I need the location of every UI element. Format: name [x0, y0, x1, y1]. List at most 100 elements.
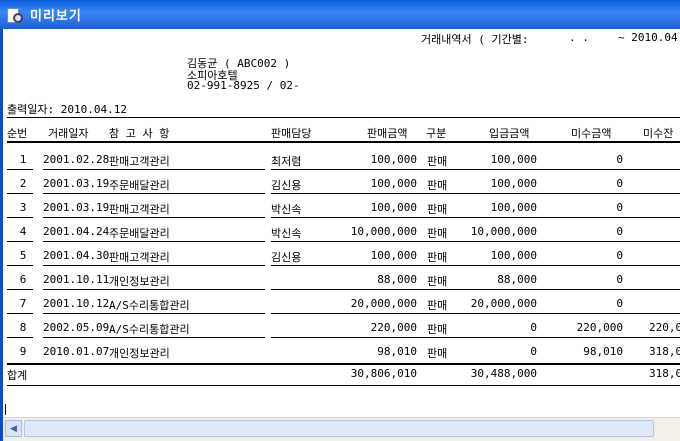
row-date: 2001.03.19 — [43, 177, 110, 190]
scroll-thumb[interactable] — [24, 420, 654, 437]
row-no: 6 — [19, 273, 27, 286]
row-paid: 0 — [530, 345, 537, 358]
report-heading: 거래내역서 ( 기간별: — [421, 33, 529, 46]
row-date: 2001.04.24 — [43, 225, 110, 238]
row-separator — [43, 313, 265, 314]
row-separator — [427, 241, 451, 242]
row-separator — [43, 337, 265, 338]
row-date: 2001.03.19 — [43, 201, 110, 214]
row-separator — [453, 337, 655, 338]
row-sales: 220,000 — [370, 321, 417, 334]
row-separator — [43, 265, 265, 266]
row-note: 판매고객관리 — [109, 155, 170, 168]
row-note: 주문배달관리 — [109, 227, 170, 240]
row-unpaid: 0 — [616, 249, 623, 262]
row-no: 4 — [19, 225, 27, 238]
window-title: 미리보기 — [30, 9, 82, 24]
row-separator — [7, 169, 33, 170]
row-staff: 최저렴 — [271, 155, 302, 168]
row-unpaid: 98,010 — [583, 345, 623, 358]
row-sales: 100,000 — [370, 249, 417, 262]
row-sales: 88,000 — [377, 273, 417, 286]
row-unpaid: 0 — [616, 225, 623, 238]
row-separator — [43, 169, 265, 170]
row-separator — [649, 265, 680, 266]
row-paid: 100,000 — [490, 153, 537, 166]
row-paid: 100,000 — [490, 201, 537, 214]
row-paid: 0 — [530, 321, 537, 334]
row-unpaid: 0 — [616, 273, 623, 286]
header-bottom-rule — [7, 141, 680, 143]
row-separator — [7, 313, 33, 314]
row-date: 2010.01.07 — [43, 345, 110, 358]
row-note: 주문배달관리 — [109, 179, 170, 192]
row-separator — [427, 313, 451, 314]
chevron-left-icon: ◀ — [10, 423, 17, 434]
row-staff: 박신속 — [271, 227, 302, 240]
row-unpaid: 0 — [616, 153, 623, 166]
row-separator — [7, 337, 33, 338]
row-separator — [453, 313, 655, 314]
row-separator — [427, 193, 451, 194]
row-date: 2001.04.30 — [43, 249, 110, 262]
row-sales: 100,000 — [370, 201, 417, 214]
row-separator — [453, 217, 655, 218]
window-titlebar[interactable]: 미리보기 — [0, 0, 680, 29]
row-separator — [7, 241, 33, 242]
totals-balance: 318,0 — [649, 367, 680, 380]
row-date: 2001.10.12 — [43, 297, 110, 310]
header-unpaid: 미수금액 — [571, 127, 612, 140]
row-separator — [649, 193, 680, 194]
totals-paid: 30,488,000 — [470, 367, 537, 380]
row-no: 7 — [19, 297, 27, 310]
row-note: 판매고객관리 — [109, 251, 170, 264]
row-no: 1 — [19, 153, 27, 166]
row-separator — [453, 265, 655, 266]
row-staff: 박신속 — [271, 203, 302, 216]
report-document[interactable]: 거래내역서 ( 기간별: . . ~ 2010.04.1 김동균 ( ABC00… — [3, 29, 680, 417]
row-separator — [427, 265, 451, 266]
header-date: 거래일자 — [48, 127, 89, 140]
totals-label: 합계 — [7, 369, 28, 382]
header-note: 참 고 사 항 — [109, 127, 170, 140]
report-date-from: . . — [569, 31, 589, 44]
row-no: 5 — [19, 249, 27, 262]
row-date: 2002.05.09 — [43, 321, 110, 334]
horizontal-scrollbar[interactable]: ◀ — [3, 417, 680, 441]
row-sales: 100,000 — [370, 153, 417, 166]
row-separator — [453, 193, 655, 194]
row-no: 9 — [19, 345, 27, 358]
row-unpaid: 0 — [616, 177, 623, 190]
row-separator — [649, 217, 680, 218]
print-date: 출력일자: 2010.04.12 — [7, 103, 127, 116]
totals-sales: 30,806,010 — [350, 367, 417, 380]
row-separator — [649, 337, 680, 338]
header-no: 순번 — [7, 127, 28, 140]
row-no: 8 — [19, 321, 27, 334]
totals-top-rule — [7, 363, 680, 365]
row-sales: 98,010 — [377, 345, 417, 358]
row-no: 3 — [19, 201, 27, 214]
row-paid: 100,000 — [490, 177, 537, 190]
row-separator — [453, 289, 655, 290]
preview-app-icon — [6, 7, 23, 23]
row-unpaid: 0 — [616, 201, 623, 214]
row-note: 개인정보관리 — [109, 275, 170, 288]
row-separator — [453, 241, 655, 242]
scroll-left-button[interactable]: ◀ — [5, 420, 22, 437]
row-paid: 10,000,000 — [470, 225, 537, 238]
row-separator — [453, 169, 655, 170]
header-balance: 미수잔 — [643, 127, 674, 140]
table-bottom-rule — [7, 385, 680, 386]
row-separator — [427, 289, 451, 290]
row-paid: 88,000 — [497, 273, 537, 286]
row-balance: 318,0 — [649, 345, 680, 358]
row-separator — [7, 193, 33, 194]
row-date: 2001.10.11 — [43, 273, 110, 286]
row-unpaid: 0 — [616, 297, 623, 310]
row-sales: 10,000,000 — [350, 225, 417, 238]
row-note: A/S수리통합관리 — [109, 299, 190, 312]
row-date: 2001.02.28 — [43, 153, 110, 166]
header-paid: 입금금액 — [489, 127, 530, 140]
row-separator — [43, 193, 265, 194]
